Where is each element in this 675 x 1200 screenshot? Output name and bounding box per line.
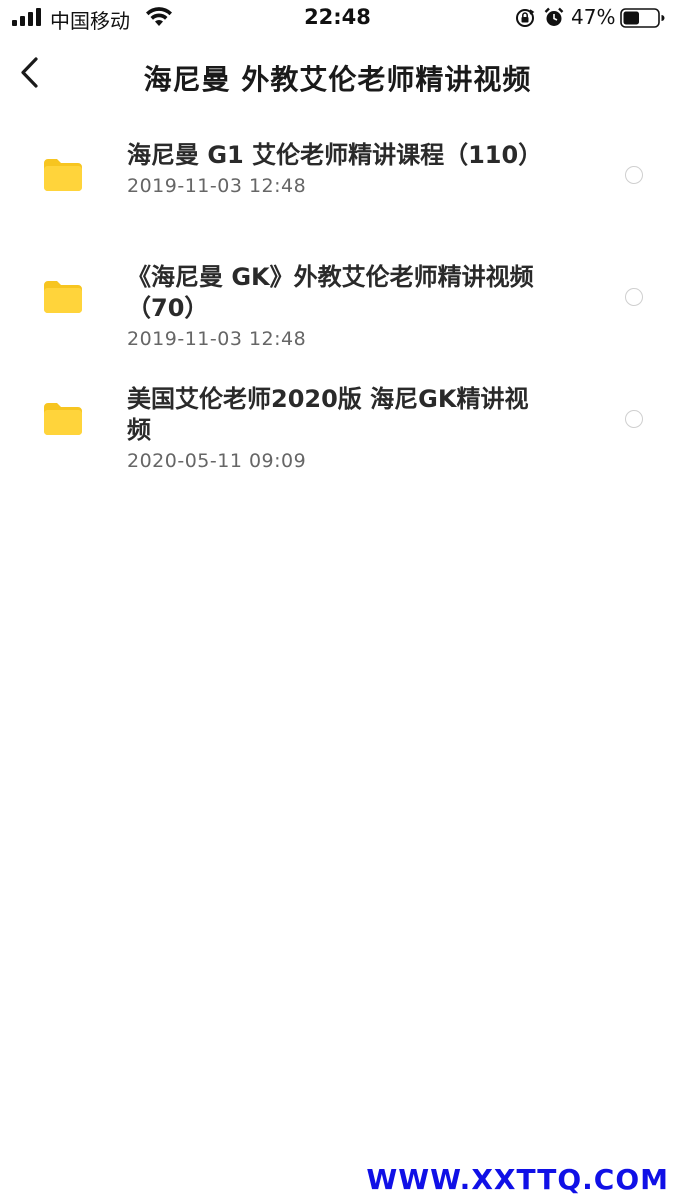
folder-icon <box>44 403 82 435</box>
folder-row[interactable]: 海尼曼 G1 艾伦老师精讲课程（110） 2019-11-03 12:48 <box>0 130 675 252</box>
status-bar: 中国移动 22:48 47% <box>0 0 675 38</box>
select-radio[interactable] <box>625 288 643 306</box>
rotation-lock-icon <box>516 9 535 27</box>
folder-info: 美国艾伦老师2020版 海尼GK精讲视频 2020-05-11 09:09 <box>127 384 547 472</box>
watermark-text: WWW.XXTTQ.COM <box>366 1163 669 1196</box>
folder-info: 海尼曼 G1 艾伦老师精讲课程（110） 2019-11-03 12:48 <box>127 140 547 197</box>
page-title: 海尼曼 外教艾伦老师精讲视频 <box>143 63 532 96</box>
folder-icon <box>44 281 82 313</box>
folder-date: 2019-11-03 12:48 <box>127 328 307 350</box>
select-radio[interactable] <box>625 166 643 184</box>
folder-name: 《海尼曼 GK》外教艾伦老师精讲视频（70） <box>127 263 534 322</box>
alarm-icon <box>544 7 564 26</box>
folder-row[interactable]: 《海尼曼 GK》外教艾伦老师精讲视频（70） 2019-11-03 12:48 <box>0 252 675 374</box>
battery-fill <box>623 11 639 25</box>
folder-row[interactable]: 美国艾伦老师2020版 海尼GK精讲视频 2020-05-11 09:09 <box>0 374 675 496</box>
battery-percent: 47% <box>571 5 616 29</box>
folder-info: 《海尼曼 GK》外教艾伦老师精讲视频（70） 2019-11-03 12:48 <box>127 262 547 350</box>
navigation-bar: 海尼曼 外教艾伦老师精讲视频 <box>0 40 675 114</box>
folder-list: 海尼曼 G1 艾伦老师精讲课程（110） 2019-11-03 12:48 《海… <box>0 130 675 496</box>
folder-name: 海尼曼 G1 艾伦老师精讲课程（110） <box>127 141 543 169</box>
folder-icon <box>44 159 82 191</box>
battery-icon <box>620 8 665 28</box>
folder-date: 2019-11-03 12:48 <box>127 175 307 197</box>
folder-name: 美国艾伦老师2020版 海尼GK精讲视频 <box>127 385 529 444</box>
folder-date: 2020-05-11 09:09 <box>127 450 307 472</box>
select-radio[interactable] <box>625 410 643 428</box>
